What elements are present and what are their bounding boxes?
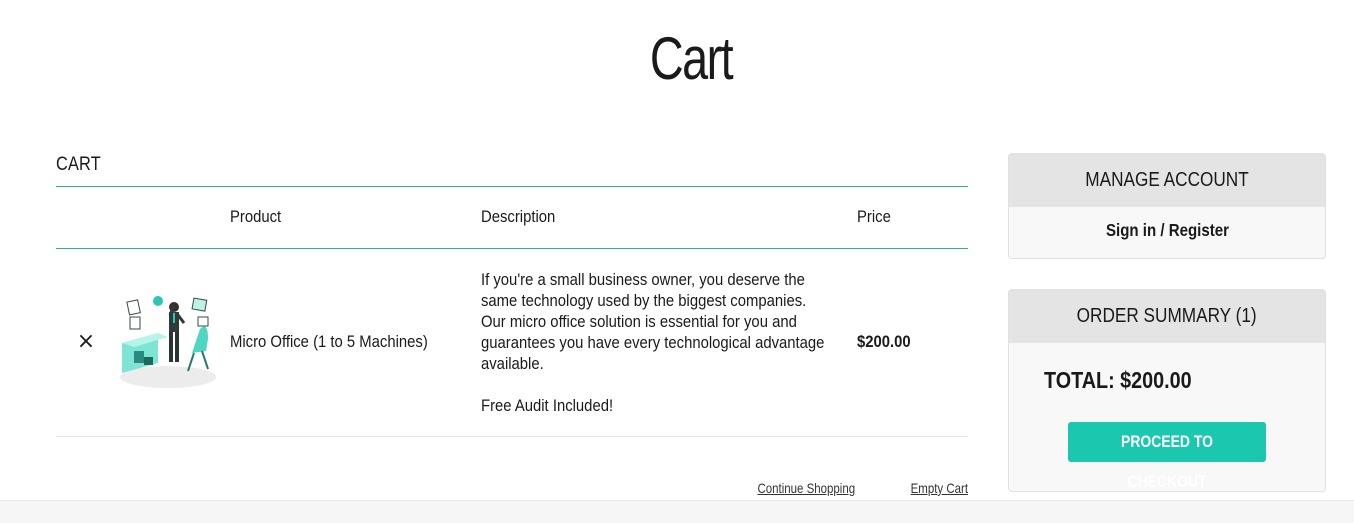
signin-register-label: Sign in / Register xyxy=(1105,220,1229,240)
order-summary-panel: ORDER SUMMARY (1) TOTAL: $200.00 PROCEED… xyxy=(1008,289,1326,492)
product-description: If you're a small business owner, you de… xyxy=(481,270,832,417)
empty-cart-link[interactable]: Empty Cart xyxy=(911,480,968,496)
order-summary-title: ORDER SUMMARY (1) xyxy=(1076,305,1257,327)
product-name[interactable]: Micro Office (1 to 5 Machines) xyxy=(230,333,428,352)
table-row: × Micro Office (1 to 5 Machines) If you'… xyxy=(56,249,968,436)
description-note: Free Audit Included! xyxy=(481,397,614,415)
manage-account-header: MANAGE ACCOUNT xyxy=(1009,154,1325,207)
product-price: $200.00 xyxy=(857,333,911,351)
manage-account-panel: MANAGE ACCOUNT Sign in / Register xyxy=(1008,153,1326,259)
table-header: Product Description Price xyxy=(56,187,968,248)
column-description: Description xyxy=(481,208,556,226)
order-total: TOTAL: $200.00 xyxy=(1044,367,1192,393)
column-product: Product xyxy=(230,208,282,226)
product-image[interactable] xyxy=(114,291,218,391)
checkout-label: PROCEED TO CHECKOUT xyxy=(1121,432,1213,491)
cart-section: CART Product Description Price × Micro O… xyxy=(56,150,968,496)
continue-shopping-link[interactable]: Continue Shopping xyxy=(757,480,855,496)
row-divider xyxy=(56,436,968,437)
signin-register-link[interactable]: Sign in / Register xyxy=(1009,220,1325,241)
manage-account-title: MANAGE ACCOUNT xyxy=(1085,169,1249,191)
description-text: If you're a small business owner, you de… xyxy=(481,271,825,373)
proceed-to-checkout-button[interactable]: PROCEED TO CHECKOUT xyxy=(1068,422,1266,491)
cart-heading: CART xyxy=(56,154,101,175)
page-title: Cart xyxy=(649,25,734,92)
column-price: Price xyxy=(857,208,891,226)
order-summary-header: ORDER SUMMARY (1) xyxy=(1009,290,1325,343)
remove-item-button[interactable]: × xyxy=(76,329,96,355)
footer-strip xyxy=(0,500,1354,523)
